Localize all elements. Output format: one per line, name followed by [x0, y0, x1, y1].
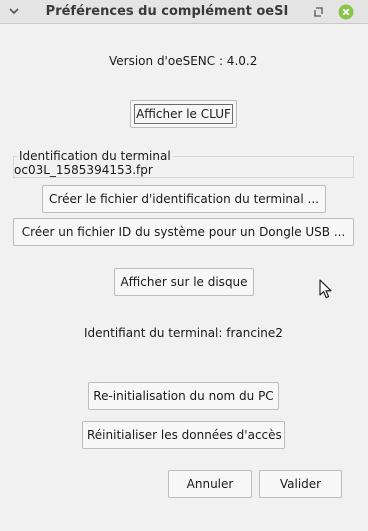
cancel-button-label: Annuler	[186, 477, 234, 491]
window-title: Préférences du complément oeSI	[45, 4, 289, 19]
ok-button-label: Valider	[279, 477, 322, 491]
title-bar[interactable]: Préférences du complément oeSI	[0, 0, 368, 24]
reset-access-data-label: Réinitialiser les données d'accès	[87, 428, 282, 442]
window-menu-chevron-down-icon[interactable]	[6, 3, 22, 19]
reset-access-data-button[interactable]: Réinitialiser les données d'accès	[82, 421, 285, 449]
show-on-disk-button[interactable]: Afficher sur le disque	[114, 268, 254, 296]
terminal-id-value: oc03L_1585394153.fpr	[14, 163, 153, 177]
show-eula-button[interactable]: Afficher le CLUF	[130, 100, 237, 128]
create-dongle-id-file-button[interactable]: Créer un fichier ID du système pour un D…	[13, 218, 354, 246]
ok-button[interactable]: Valider	[259, 470, 342, 498]
terminal-id-group-title: Identification du terminal	[17, 149, 173, 163]
create-terminal-id-file-label: Créer le fichier d'identification du ter…	[49, 192, 319, 206]
preferences-panel: Version d'oeSENC : 4.0.2 Afficher le CLU…	[0, 24, 368, 531]
close-icon[interactable]	[338, 4, 354, 20]
reset-pc-name-label: Re-initialisation du nom du PC	[93, 389, 274, 403]
show-eula-button-label: Afficher le CLUF	[134, 104, 233, 124]
restore-icon[interactable]	[311, 4, 327, 20]
reset-pc-name-button[interactable]: Re-initialisation du nom du PC	[88, 382, 279, 410]
terminal-identifier-text: Identifiant du terminal: francine2	[84, 326, 283, 340]
create-dongle-id-file-label: Créer un fichier ID du système pour un D…	[21, 225, 346, 239]
create-terminal-id-file-button[interactable]: Créer le fichier d'identification du ter…	[42, 185, 326, 213]
mouse-pointer-icon	[319, 279, 333, 299]
show-on-disk-label: Afficher sur le disque	[120, 275, 248, 289]
version-label: Version d'oeSENC : 4.0.2	[109, 54, 258, 68]
cancel-button[interactable]: Annuler	[168, 470, 252, 498]
